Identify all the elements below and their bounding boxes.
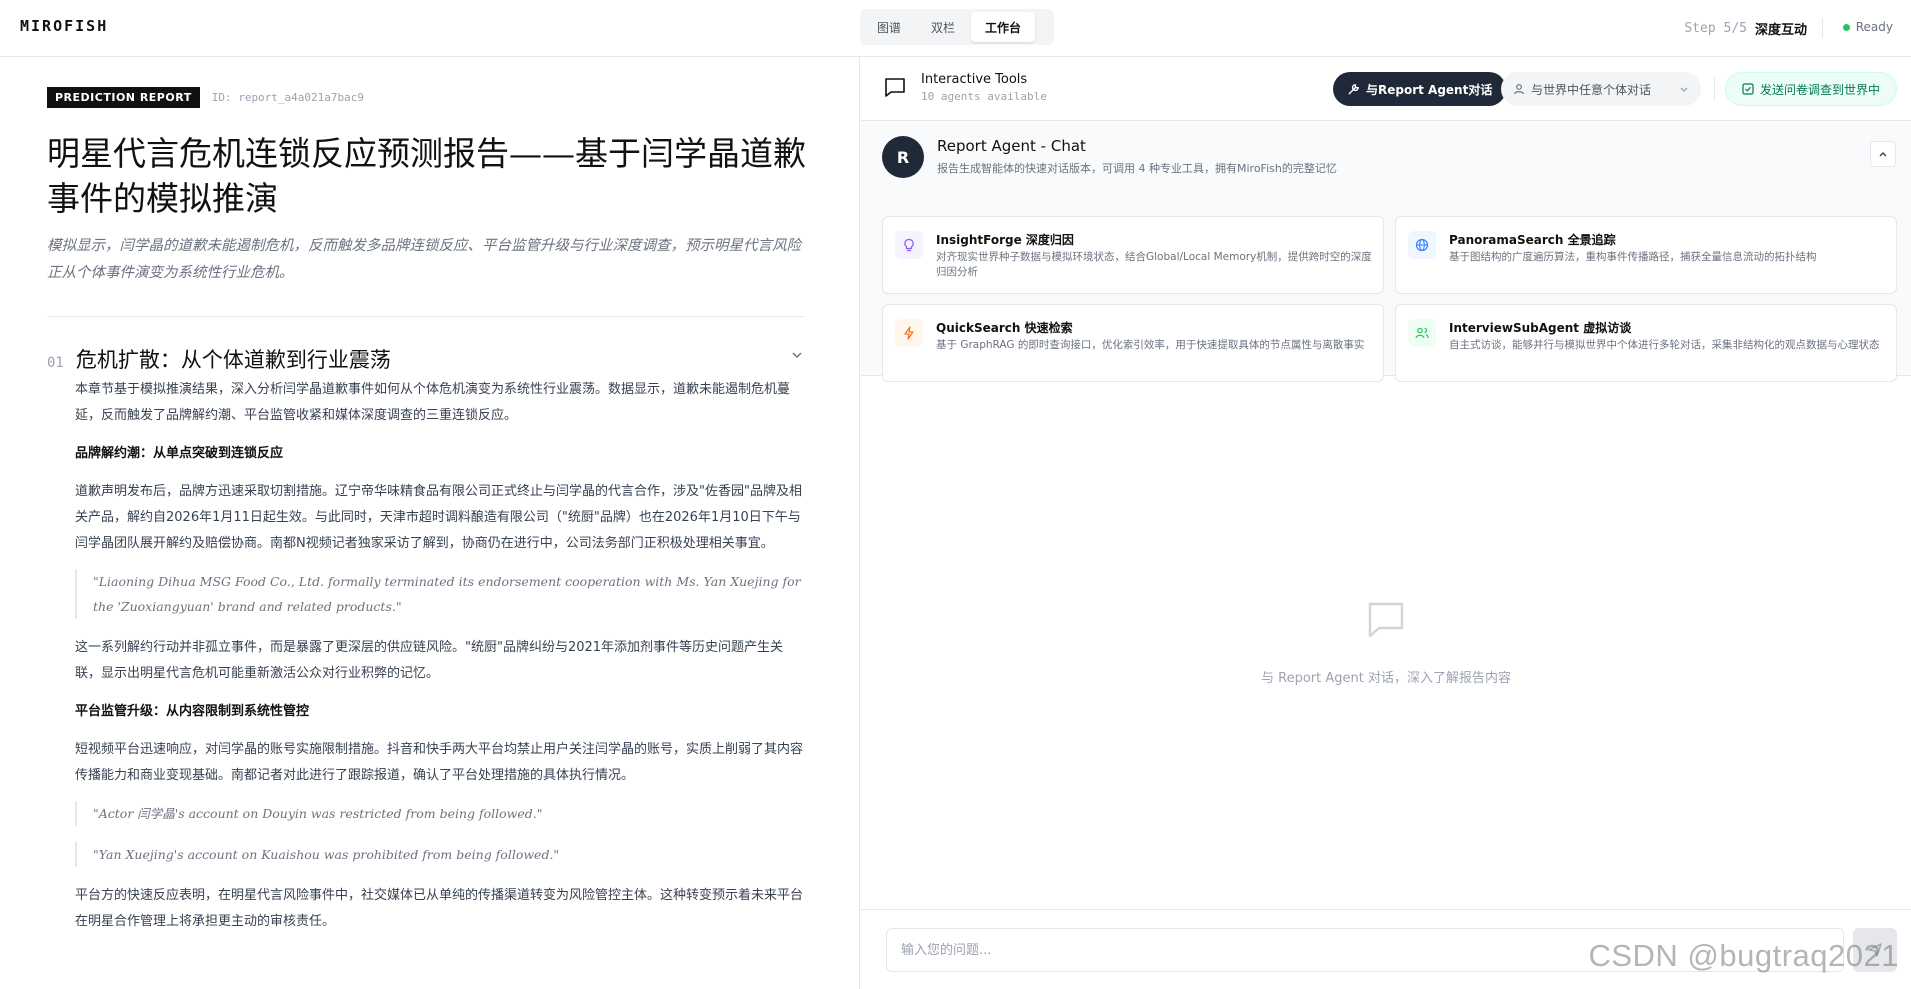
report-agent-chat-label: 与Report Agent对话: [1366, 82, 1493, 97]
quote: "Yan Xuejing's account on Kuaishou was p…: [75, 842, 805, 867]
report-panel[interactable]: PREDICTION REPORT ID: report_a4a021a7bac…: [0, 57, 860, 989]
tool-card-insightforge[interactable]: InsightForge 深度归因 对齐现实世界种子数据与模拟环境状态，结合Gl…: [882, 216, 1384, 294]
tool-description: 对齐现实世界种子数据与模拟环境状态，结合Global/Local Memory机…: [936, 251, 1372, 278]
step-name: 深度互动: [1754, 23, 1807, 38]
collapse-button[interactable]: [1870, 141, 1896, 167]
subheading: 品牌解约潮：从单点突破到连锁反应: [75, 446, 284, 461]
report-badge: PREDICTION REPORT: [47, 87, 200, 108]
section-header[interactable]: 01 危机扩散：从个体道歉到行业震荡: [47, 344, 804, 374]
chevron-up-icon: [1879, 152, 1887, 157]
world-individual-chat-dropdown[interactable]: 与世界中任意个体对话: [1501, 72, 1701, 106]
tab-split[interactable]: 双栏: [917, 12, 969, 42]
chat-bubble-icon: [1368, 602, 1404, 638]
agent-description: 报告生成智能体的快速对话版本，可调用 4 种专业工具，拥有MiroFish的完整…: [937, 162, 1337, 175]
report-agent-chat-button[interactable]: 与Report Agent对话: [1333, 72, 1507, 106]
tool-card-quicksearch[interactable]: QuickSearch 快速检索 基于 GraphRAG 的即时查询接口，优化索…: [882, 304, 1384, 382]
send-survey-label: 发送问卷调查到世界中: [1760, 82, 1881, 97]
tool-description: 自主式访谈，能够并行与模拟世界中个体进行多轮对话，采集非结构化的观点数据与心理状…: [1449, 339, 1880, 351]
tool-description: 基于图结构的广度遍历算法，重构事件传播路径，捕获全量信息流动的拓扑结构: [1449, 251, 1817, 263]
report-meta: PREDICTION REPORT ID: report_a4a021a7bac…: [47, 87, 364, 108]
tool-card-panoramasearch[interactable]: PanoramaSearch 全景追踪 基于图结构的广度遍历算法，重构事件传播路…: [1395, 216, 1897, 294]
chevron-down-icon[interactable]: [790, 348, 804, 362]
user-icon: [1513, 84, 1525, 95]
world-individual-chat-label: 与世界中任意个体对话: [1531, 82, 1652, 97]
status-dot-icon: [1842, 23, 1850, 31]
tools-title: Interactive Tools: [921, 72, 1028, 87]
quote: "Actor 闫学晶's account on Douyin was restr…: [75, 801, 805, 826]
tools-subtitle: 10 agents available: [921, 90, 1047, 103]
watermark: CSDN @bugtraq2021: [1588, 938, 1899, 973]
send-survey-button[interactable]: 发送问卷调查到世界中: [1725, 72, 1898, 106]
tool-name: QuickSearch 快速检索: [936, 321, 1073, 335]
tab-workbench[interactable]: 工作台: [971, 12, 1036, 42]
divider: [1822, 18, 1823, 38]
status-label: Ready: [1855, 20, 1893, 34]
divider: [47, 316, 804, 317]
top-bar: MIROFISH 图谱 双栏 工作台 Step 5/5 深度互动 Ready: [0, 0, 1911, 57]
section-title: 危机扩散：从个体道歉到行业震荡: [75, 348, 391, 372]
section-number: 01: [47, 355, 64, 371]
view-switcher: 图谱 双栏 工作台: [860, 9, 1054, 45]
subheading: 平台监管升级：从内容限制到系统性管控: [75, 704, 310, 719]
brand-logo[interactable]: MIROFISH: [20, 17, 108, 35]
lightning-icon: [895, 319, 923, 347]
avatar: R: [882, 136, 924, 178]
tool-name: PanoramaSearch 全景追踪: [1449, 233, 1616, 247]
status-indicator: Ready: [1842, 20, 1893, 34]
report-summary: 模拟显示，闫学晶的道歉未能遏制危机，反而触发多品牌连锁反应、平台监管升级与行业深…: [47, 238, 801, 281]
tool-name: InsightForge 深度归因: [936, 233, 1074, 247]
paragraph: 这一系列解约行动并非孤立事件，而是暴露了更深层的供应链风险。"统厨"品牌纠纷与2…: [75, 640, 784, 681]
tool-card-interviewsubagent[interactable]: InterviewSubAgent 虚拟访谈 自主式访谈，能够并行与模拟世界中个…: [1395, 304, 1897, 382]
report-title: 明星代言危机连锁反应预测报告——基于闫学晶道歉事件的模拟推演: [47, 134, 806, 218]
quote: "Liaoning Dihua MSG Food Co., Ltd. forma…: [75, 569, 805, 619]
tool-name: InterviewSubAgent 虚拟访谈: [1449, 321, 1632, 335]
paragraph: 本章节基于模拟推演结果，深入分析闫学晶道歉事件如何从个体危机演变为系统性行业震荡…: [75, 382, 791, 423]
chevron-down-icon: [1680, 87, 1688, 92]
interaction-panel: Interactive Tools 10 agents available 与R…: [861, 57, 1911, 989]
tools-bar: Interactive Tools 10 agents available 与R…: [861, 57, 1911, 121]
lightbulb-icon: [895, 231, 923, 259]
report-id: ID: report_a4a021a7bac9: [211, 91, 365, 104]
agent-info-panel: R Report Agent - Chat 报告生成智能体的快速对话版本，可调用…: [861, 121, 1911, 382]
step-indicator: Step 5/5 深度互动: [1684, 19, 1807, 38]
empty-state-text: 与 Report Agent 对话，深入了解报告内容: [1261, 671, 1511, 686]
users-icon: [1408, 319, 1436, 347]
globe-icon: [1408, 231, 1436, 259]
paragraph: 道歉声明发布后，品牌方迅速采取切割措施。辽宁帝华味精食品有限公司正式终止与闫学晶…: [75, 484, 802, 551]
divider: [1714, 77, 1715, 101]
check-square-icon: [1742, 83, 1754, 95]
paragraph: 短视频平台迅速响应，对闫学晶的账号实施限制措施。抖音和快手两大平台均禁止用户关注…: [75, 742, 804, 783]
tool-description: 基于 GraphRAG 的即时查询接口，优化索引效率，用于快速提取具体的节点属性…: [936, 339, 1365, 351]
paragraph: 平台方的快速反应表明，在明星代言风险事件中，社交媒体已从单纯的传播渠道转变为风险…: [75, 888, 804, 929]
tab-graph[interactable]: 图谱: [863, 12, 915, 42]
section-content: 本章节基于模拟推演结果，深入分析闫学晶道歉事件如何从个体危机演变为系统性行业震荡…: [75, 377, 805, 947]
wrench-icon: [1348, 83, 1359, 95]
agent-name: Report Agent - Chat: [937, 137, 1086, 155]
chat-bubble-icon: [885, 78, 905, 97]
step-number: Step 5/5: [1684, 21, 1747, 36]
